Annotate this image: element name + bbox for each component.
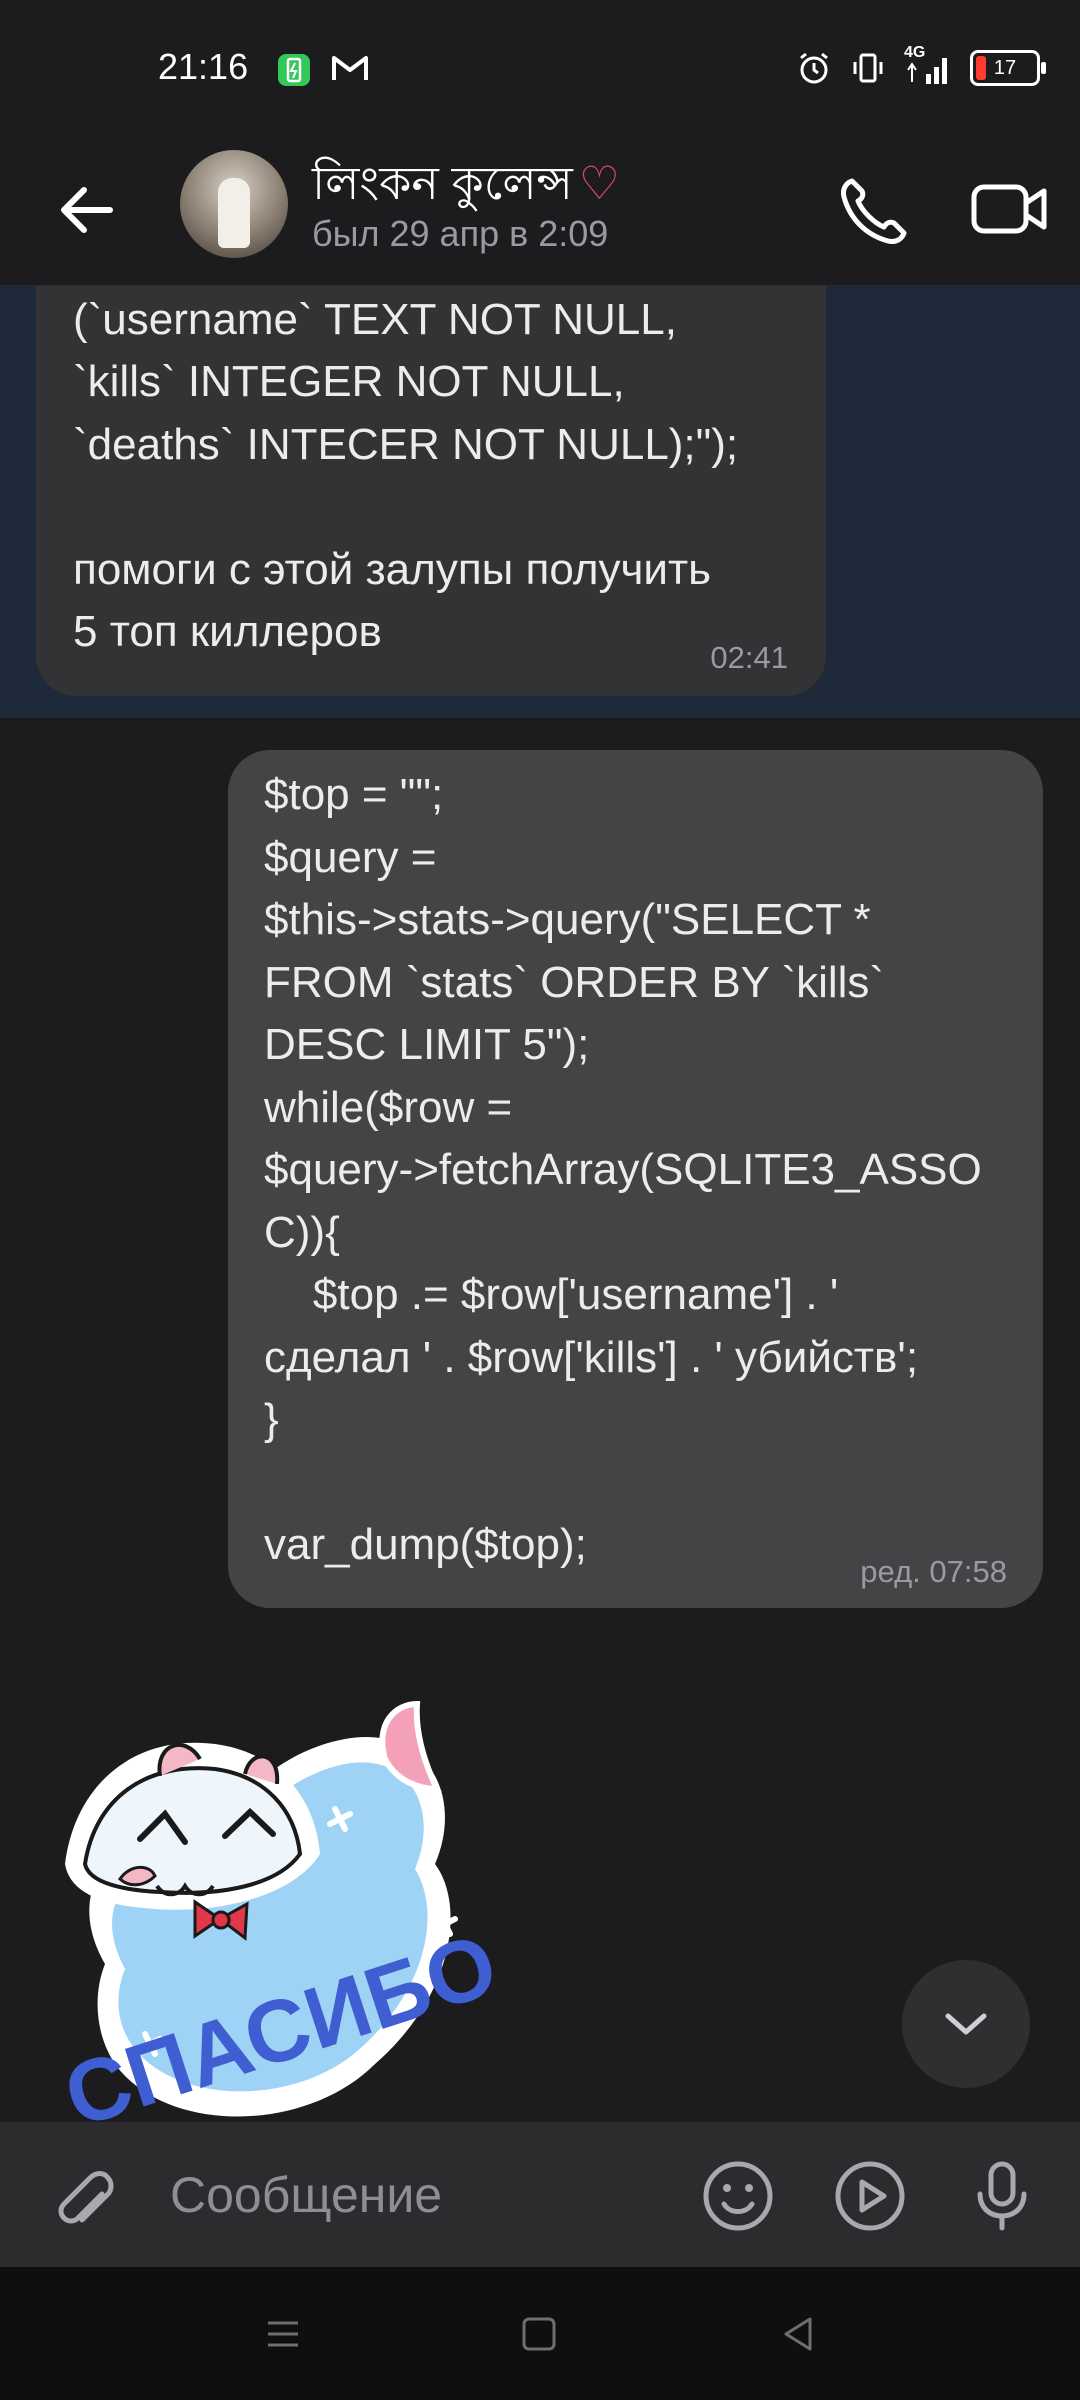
video-camera-icon[interactable]: [968, 167, 1052, 251]
status-right: 4G 17: [796, 44, 1046, 86]
message-text: TABLE IF NOT EXISTS `stats` (`username` …: [73, 294, 739, 657]
message-composer: Сообщение: [0, 2122, 1080, 2267]
gmail-icon: [332, 56, 368, 80]
outgoing-message-bubble[interactable]: $top = ""; $query = $this->stats->query(…: [228, 750, 1043, 1608]
status-bar: 21:16 4G 17: [0, 0, 1080, 135]
chevron-down-icon: [945, 2013, 987, 2035]
scroll-down-button[interactable]: [902, 1960, 1030, 2088]
paperclip-icon[interactable]: [46, 2158, 122, 2234]
message-input[interactable]: Сообщение: [170, 2166, 442, 2224]
sticker-thanks[interactable]: СПАСИБО: [45, 1664, 585, 2121]
message-time: ред. 07:58: [860, 1554, 1007, 1589]
battery-icon: 17: [970, 50, 1046, 86]
system-navigation-bar: [0, 2267, 1080, 2400]
menu-icon[interactable]: [260, 2311, 306, 2357]
message-text: $top = ""; $query = $this->stats->query(…: [264, 770, 982, 1569]
message-list[interactable]: TABLE IF NOT EXISTS `stats` (`username` …: [0, 286, 1080, 2121]
status-time: 21:16: [158, 46, 249, 87]
alarm-icon: [800, 52, 828, 84]
back-triangle-icon[interactable]: [776, 2311, 822, 2357]
arrow-left-icon[interactable]: [52, 175, 122, 245]
phone-icon[interactable]: [832, 167, 916, 251]
play-circle-icon[interactable]: [832, 2158, 908, 2234]
avatar[interactable]: [180, 150, 288, 258]
incoming-message-bubble[interactable]: TABLE IF NOT EXISTS `stats` (`username` …: [36, 286, 826, 696]
smiley-icon[interactable]: [700, 2158, 776, 2234]
vibrate-icon: [853, 53, 883, 83]
signal-icon: 4G: [904, 44, 952, 86]
chat-header: লিংকন কুলেন্স ♡ был 29 апр в 2:09: [0, 135, 1080, 286]
battery-level: 17: [993, 56, 1017, 79]
home-icon[interactable]: [516, 2311, 562, 2357]
battery-saver-icon: [278, 54, 310, 86]
last-seen: был 29 апр в 2:09: [312, 213, 609, 254]
microphone-icon[interactable]: [964, 2158, 1040, 2234]
heart-emoji: ♡: [578, 157, 621, 209]
message-time: 02:41: [710, 640, 788, 675]
